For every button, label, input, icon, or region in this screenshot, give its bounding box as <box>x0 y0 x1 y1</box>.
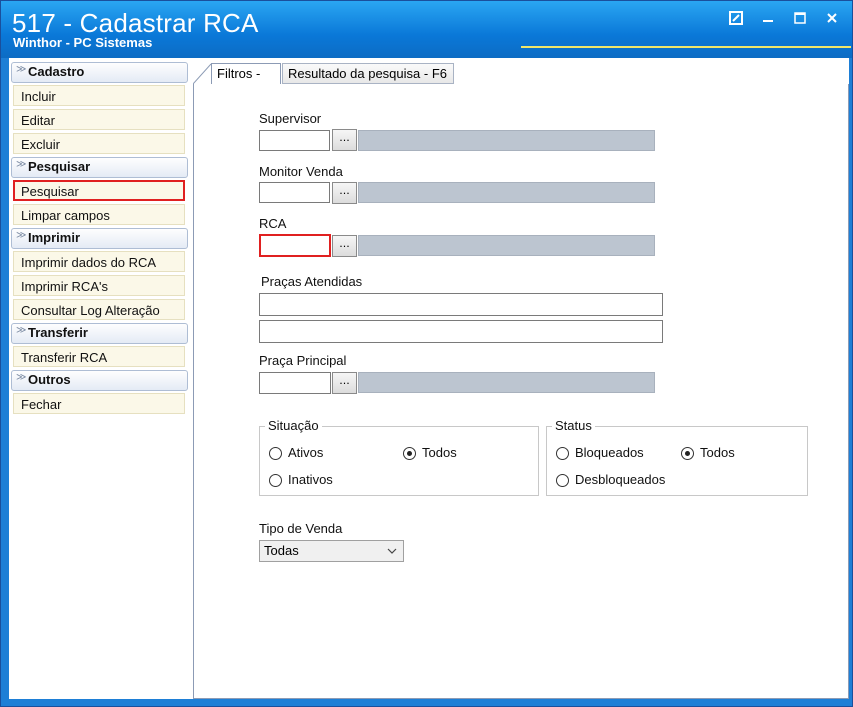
monitor-lookup-button[interactable]: ... <box>332 182 357 204</box>
sidebar-item-editar[interactable]: Editar <box>13 109 185 130</box>
sidebar-item-fechar[interactable]: Fechar <box>13 393 185 414</box>
pracas-atendidas-input-1[interactable] <box>259 293 663 316</box>
sidebar-item-consultar-log[interactable]: Consultar Log Alteração <box>13 299 185 320</box>
chevron-up-icon: ≫ <box>16 64 27 75</box>
title-accent-line <box>521 46 851 48</box>
sidebar-group-label: Imprimir <box>28 230 81 245</box>
chevron-down-icon <box>387 541 397 568</box>
rca-lookup-button[interactable]: ... <box>332 235 357 257</box>
maximize-icon[interactable] <box>790 11 810 29</box>
situacao-inativos-label[interactable]: Inativos <box>288 472 333 487</box>
sidebar-item-incluir[interactable]: Incluir <box>13 85 185 106</box>
sidebar-group-cadastro[interactable]: ≫ Cadastro <box>11 62 188 83</box>
tipo-venda-select[interactable]: Todas <box>259 540 404 562</box>
status-group: Status Bloqueados Todos Desbloqueados <box>546 418 808 496</box>
situacao-legend: Situação <box>265 418 322 433</box>
sidebar-item-excluir[interactable]: Excluir <box>13 133 185 154</box>
rca-code-input[interactable] <box>259 234 331 257</box>
tab-filtros[interactable]: Filtros - F5 <box>211 63 281 101</box>
chevron-up-icon: ≫ <box>16 372 27 383</box>
sidebar-group-outros[interactable]: ≫ Outros <box>11 370 188 391</box>
status-desbloqueados-label[interactable]: Desbloqueados <box>575 472 665 487</box>
supervisor-label: Supervisor <box>259 111 322 126</box>
situacao-ativos-label[interactable]: Ativos <box>288 445 323 460</box>
praca-principal-lookup-button[interactable]: ... <box>332 372 357 394</box>
sidebar-item-imprimir-dados[interactable]: Imprimir dados do RCA <box>13 251 185 272</box>
app-window: 517 - Cadastrar RCA Winthor - PC Sistema… <box>0 0 853 707</box>
pracas-atendidas-label: Praças Atendidas <box>261 274 363 289</box>
sidebar-group-label: Pesquisar <box>28 159 91 174</box>
sidebar-item-transferir-rca[interactable]: Transferir RCA <box>13 346 185 367</box>
rca-label: RCA <box>259 216 287 231</box>
chevron-up-icon: ≫ <box>16 325 27 336</box>
situacao-todos-radio[interactable] <box>403 447 416 460</box>
situacao-inativos-radio[interactable] <box>269 474 282 487</box>
monitor-code-input[interactable] <box>259 182 330 203</box>
supervisor-lookup-button[interactable]: ... <box>332 129 357 151</box>
sidebar-item-pesquisar[interactable]: Pesquisar <box>13 180 185 201</box>
title-bar: 517 - Cadastrar RCA Winthor - PC Sistema… <box>1 1 852 58</box>
praca-principal-label: Praça Principal <box>259 353 347 368</box>
tab-strip: Filtros - F5 Resultado da pesquisa - F6 <box>193 62 849 101</box>
sidebar-group-label: Outros <box>28 372 71 387</box>
sidebar: ≫ Cadastro Incluir Editar Excluir ≫ Pesqui… <box>11 62 191 417</box>
status-legend: Status <box>552 418 595 433</box>
rca-name-field <box>358 235 655 256</box>
sidebar-group-pesquisar[interactable]: ≫ Pesquisar <box>11 157 188 178</box>
situacao-group: Situação Ativos Todos Inativos <box>259 418 539 496</box>
situacao-todos-label[interactable]: Todos <box>422 445 457 460</box>
tipo-venda-value: Todas <box>264 543 299 558</box>
client-area: ≫ Cadastro Incluir Editar Excluir ≫ Pesqui… <box>9 58 849 699</box>
close-icon[interactable] <box>822 11 842 29</box>
tipo-venda-label: Tipo de Venda <box>259 521 343 536</box>
supervisor-name-field <box>358 130 655 151</box>
praca-principal-code-input[interactable] <box>259 372 331 394</box>
filters-panel: Supervisor ... Monitor Venda ... RCA ...… <box>193 84 849 699</box>
praca-principal-name-field <box>358 372 655 393</box>
monitor-name-field <box>358 182 655 203</box>
status-bloqueados-label[interactable]: Bloqueados <box>575 445 644 460</box>
supervisor-code-input[interactable] <box>259 130 330 151</box>
sidebar-item-limpar-campos[interactable]: Limpar campos <box>13 204 185 225</box>
status-bloqueados-radio[interactable] <box>556 447 569 460</box>
window-controls <box>726 11 842 29</box>
sidebar-item-imprimir-rcas[interactable]: Imprimir RCA's <box>13 275 185 296</box>
sidebar-group-label: Transferir <box>28 325 88 340</box>
tab-slant-decoration <box>193 63 211 84</box>
restore-icon[interactable] <box>726 11 746 29</box>
tab-resultado[interactable]: Resultado da pesquisa - F6 <box>282 63 454 84</box>
window-subtitle: Winthor - PC Sistemas <box>13 35 153 50</box>
status-desbloqueados-radio[interactable] <box>556 474 569 487</box>
sidebar-group-label: Cadastro <box>28 64 85 79</box>
status-todos-label[interactable]: Todos <box>700 445 735 460</box>
status-todos-radio[interactable] <box>681 447 694 460</box>
minimize-icon[interactable] <box>758 11 778 29</box>
main-panel: Filtros - F5 Resultado da pesquisa - F6 … <box>193 62 849 699</box>
chevron-up-icon: ≫ <box>16 159 27 170</box>
pracas-atendidas-input-2[interactable] <box>259 320 663 343</box>
situacao-ativos-radio[interactable] <box>269 447 282 460</box>
sidebar-group-imprimir[interactable]: ≫ Imprimir <box>11 228 188 249</box>
sidebar-group-transferir[interactable]: ≫ Transferir <box>11 323 188 344</box>
chevron-up-icon: ≫ <box>16 230 27 241</box>
monitor-label: Monitor Venda <box>259 164 343 179</box>
